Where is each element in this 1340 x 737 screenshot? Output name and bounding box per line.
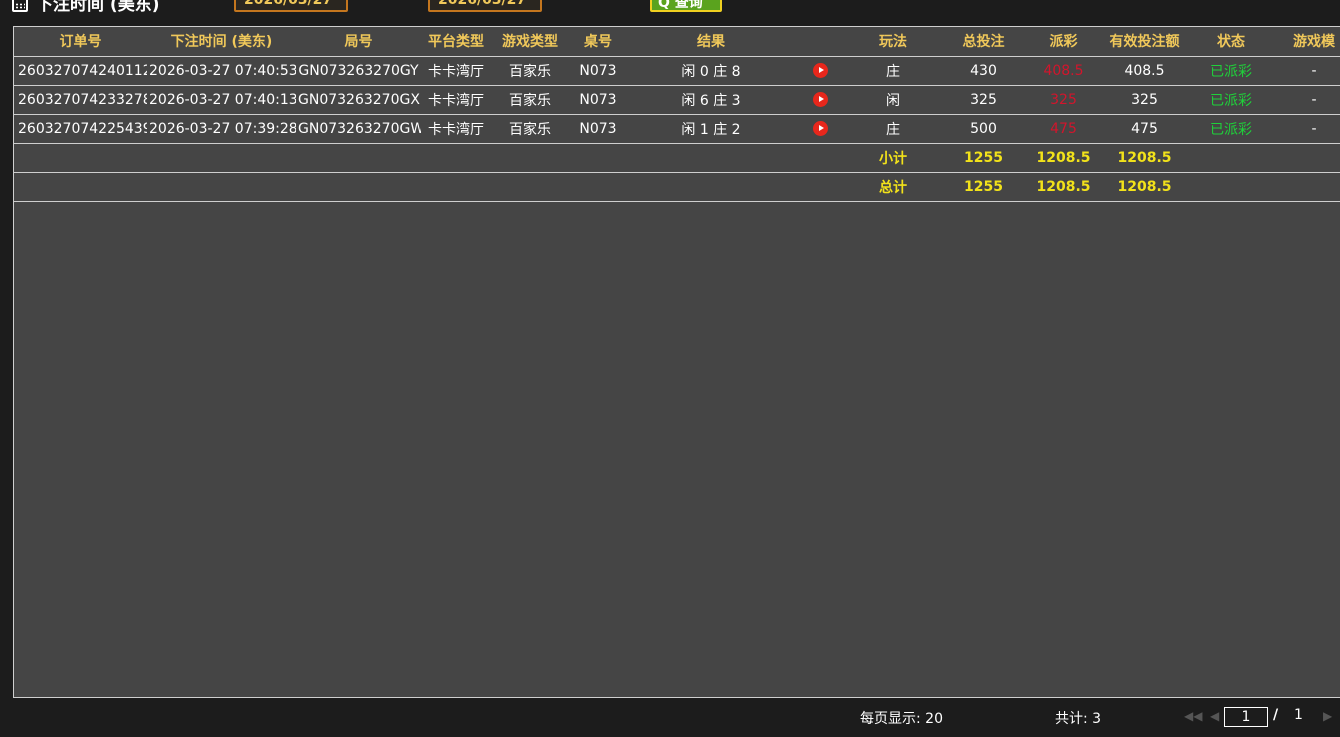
order-id-cell: 260327074233278: [14, 85, 147, 115]
round-id-cell: GN073263270GX: [296, 85, 421, 115]
total-pages: 1: [1294, 707, 1303, 723]
play-circle-icon[interactable]: [812, 63, 828, 78]
order-id-cell: 260327074240112: [14, 56, 147, 86]
col-game-type: 游戏类型: [491, 27, 569, 57]
bet-time-cell: 2026-03-27 07:40:13: [147, 85, 296, 115]
round-id-cell: GN073263270GY: [296, 56, 421, 86]
play-cell: 庄: [845, 56, 941, 86]
payout-cell: 325: [1026, 85, 1101, 115]
play-circle-icon[interactable]: [812, 121, 828, 136]
grandtotal-label: 总计: [845, 172, 941, 202]
result-cell: 闲 0 庄 8: [627, 56, 795, 86]
col-play: 玩法: [845, 27, 941, 57]
subtotal-row: 小计 1255 1208.5 1208.5: [14, 143, 1340, 173]
subtotal-total-bet: 1255: [941, 143, 1026, 173]
game-mode-cell: -: [1274, 56, 1340, 86]
platform-cell: 卡卡湾厅: [421, 114, 491, 144]
subtotal-payout: 1208.5: [1026, 143, 1101, 173]
per-page-label[interactable]: 每页显示: 20: [860, 708, 943, 728]
table-row: 260327074225439 2026-03-27 07:39:28 GN07…: [14, 114, 1340, 144]
col-payout: 派彩: [1026, 27, 1101, 57]
filter-label: 下注时间 (美东): [36, 0, 160, 15]
grandtotal-total-bet: 1255: [941, 172, 1026, 202]
col-bet-time: 下注时间 (美东): [147, 27, 296, 57]
table-no-cell: N073: [569, 56, 627, 86]
pagination-bar: 每页显示: 20 共计: 3 ◀◀ ◀ / 1 ▶: [0, 698, 1340, 737]
records-table: 订单号 下注时间 (美东) 局号 平台类型 游戏类型 桌号 结果 玩法 总投注 …: [14, 27, 1340, 202]
total-bet-cell: 430: [941, 56, 1026, 86]
payout-cell: 408.5: [1026, 56, 1101, 86]
col-game-mode: 游戏模: [1274, 27, 1340, 57]
play-cell: 庄: [845, 114, 941, 144]
play-cell: 闲: [845, 85, 941, 115]
result-cell: 闲 6 庄 3: [627, 85, 795, 115]
game-mode-cell: -: [1274, 114, 1340, 144]
table-row: 260327074240112 2026-03-27 07:40:53 GN07…: [14, 56, 1340, 86]
date-from-select[interactable]: 2026/03/27: [234, 0, 348, 12]
first-page-icon[interactable]: ◀◀: [1184, 709, 1202, 723]
col-replay: [795, 27, 845, 57]
result-cell: 闲 1 庄 2: [627, 114, 795, 144]
subtotal-label: 小计: [845, 143, 941, 173]
replay-cell: [795, 85, 845, 115]
game-type-cell: 百家乐: [491, 56, 569, 86]
platform-cell: 卡卡湾厅: [421, 56, 491, 86]
col-platform: 平台类型: [421, 27, 491, 57]
order-id-cell: 260327074225439: [14, 114, 147, 144]
platform-cell: 卡卡湾厅: [421, 85, 491, 115]
prev-page-icon[interactable]: ◀: [1210, 709, 1219, 723]
play-circle-icon[interactable]: [812, 92, 828, 107]
total-count: 共计: 3: [1055, 711, 1102, 727]
payout-cell: 475: [1026, 114, 1101, 144]
grandtotal-payout: 1208.5: [1026, 172, 1101, 202]
table-row: 260327074233278 2026-03-27 07:40:13 GN07…: [14, 85, 1340, 115]
page-number-input[interactable]: [1224, 707, 1268, 727]
grandtotal-row: 总计 1255 1208.5 1208.5: [14, 172, 1340, 202]
table-no-cell: N073: [569, 85, 627, 115]
subtotal-valid-bet: 1208.5: [1101, 143, 1188, 173]
query-button[interactable]: Q 查询: [650, 0, 722, 12]
replay-cell: [795, 114, 845, 144]
round-id-cell: GN073263270GW: [296, 114, 421, 144]
status-cell: 已派彩: [1188, 56, 1274, 86]
table-no-cell: N073: [569, 114, 627, 144]
status-cell: 已派彩: [1188, 85, 1274, 115]
col-table-no: 桌号: [569, 27, 627, 57]
total-bet-cell: 325: [941, 85, 1026, 115]
game-mode-cell: -: [1274, 85, 1340, 115]
bet-time-cell: 2026-03-27 07:40:53: [147, 56, 296, 86]
date-to-select[interactable]: 2026/03/27: [428, 0, 542, 12]
valid-bet-cell: 475: [1101, 114, 1188, 144]
total-bet-cell: 500: [941, 114, 1026, 144]
grandtotal-valid-bet: 1208.5: [1101, 172, 1188, 202]
filter-toolbar: 下注时间 (美东) 2026/03/27 2026/03/27 Q 查询: [0, 0, 1340, 15]
game-type-cell: 百家乐: [491, 85, 569, 115]
col-total-bet: 总投注: [941, 27, 1026, 57]
calendar-icon: [12, 0, 28, 12]
replay-cell: [795, 56, 845, 86]
page-separator: /: [1273, 707, 1279, 723]
bet-records-page: 下注时间 (美东) 2026/03/27 2026/03/27 Q 查询 订单号…: [0, 0, 1340, 737]
bet-time-cell: 2026-03-27 07:39:28: [147, 114, 296, 144]
table-header-row: 订单号 下注时间 (美东) 局号 平台类型 游戏类型 桌号 结果 玩法 总投注 …: [14, 27, 1340, 57]
valid-bet-cell: 325: [1101, 85, 1188, 115]
col-valid-bet: 有效投注额: [1101, 27, 1188, 57]
status-cell: 已派彩: [1188, 114, 1274, 144]
col-status: 状态: [1188, 27, 1274, 57]
col-order-id: 订单号: [14, 27, 147, 57]
next-page-icon[interactable]: ▶: [1323, 709, 1332, 723]
valid-bet-cell: 408.5: [1101, 56, 1188, 86]
col-result: 结果: [627, 27, 795, 57]
col-round-id: 局号: [296, 27, 421, 57]
game-type-cell: 百家乐: [491, 114, 569, 144]
records-panel: 订单号 下注时间 (美东) 局号 平台类型 游戏类型 桌号 结果 玩法 总投注 …: [13, 26, 1340, 698]
